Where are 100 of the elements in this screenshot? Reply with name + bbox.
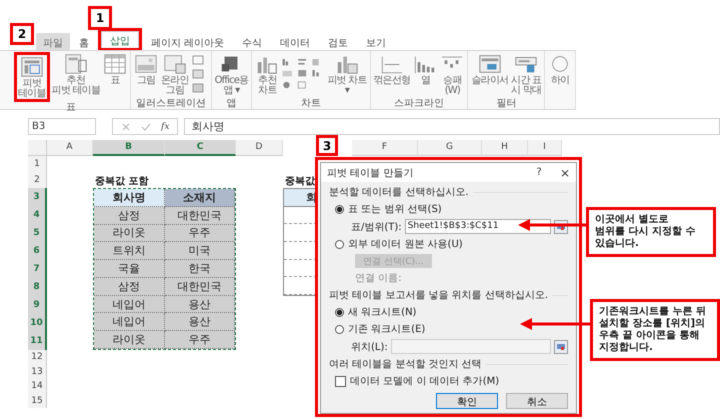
radio-button[interactable]: [335, 204, 344, 214]
row-header[interactable]: 8: [28, 278, 47, 296]
row-header[interactable]: 2: [28, 172, 47, 188]
table-cell: 라이옷: [94, 224, 164, 242]
row-header[interactable]: 5: [28, 224, 47, 242]
ribbon-button[interactable]: 피벗 차트 ▾: [326, 52, 368, 96]
column-header[interactable]: D: [236, 140, 283, 156]
close-button[interactable]: ×: [554, 164, 576, 180]
ribbon-button[interactable]: 추천 피벗 테이블: [50, 52, 101, 96]
range-field[interactable]: Sheet1!$B$3:$C$11: [404, 219, 551, 234]
option-label: 새 워크시트(N): [348, 306, 416, 319]
group-label: 일러스트레이션: [136, 98, 206, 109]
ribbon-button[interactable]: Office용 앱 ▾: [214, 52, 250, 96]
group-label: 차트: [300, 98, 321, 109]
group-label: 필터: [496, 98, 516, 109]
ribbon-tab[interactable]: 페이지 레이아웃: [142, 33, 234, 50]
step-number: 1: [88, 6, 112, 30]
ribbon-tab[interactable]: 검토: [319, 33, 358, 50]
row-header[interactable]: 14: [28, 379, 47, 394]
check-icon[interactable]: [141, 122, 151, 132]
column-heading: 회사명: [94, 189, 164, 207]
ribbon-tab[interactable]: 보기: [357, 33, 396, 50]
name-box[interactable]: B3: [28, 118, 96, 135]
location-field[interactable]: [390, 339, 551, 354]
row-header[interactable]: 7: [28, 260, 47, 278]
group-label: 앱: [226, 98, 236, 109]
row-header[interactable]: 6: [28, 242, 47, 260]
ribbon-button[interactable]: 승패 (W): [439, 52, 466, 96]
ribbon-tab[interactable]: 수식: [233, 33, 272, 50]
ribbon-button[interactable]: 꺾은선형: [372, 52, 412, 86]
range-picker-icon[interactable]: [554, 340, 568, 354]
row-header[interactable]: 3: [28, 188, 47, 206]
ribbon-button[interactable]: 슬라이서: [470, 52, 510, 86]
ribbon-tab[interactable]: 파일: [36, 33, 70, 50]
table-cell: 한국: [164, 260, 235, 278]
table-cell: 미국: [164, 242, 235, 260]
connection-label: 연결 이름:: [354, 272, 403, 285]
table-cell: 용산: [164, 313, 235, 332]
ribbon-button[interactable]: 시간 표 시 막대: [510, 52, 542, 96]
row-header[interactable]: 13: [28, 364, 47, 379]
function-button[interactable]: fx: [161, 122, 170, 132]
row-header[interactable]: 4: [28, 206, 47, 224]
table-cell: 우주: [164, 331, 235, 349]
ribbon-button[interactable]: 온라인 그림: [160, 52, 190, 96]
table-cell: 대한민국: [164, 278, 235, 296]
table-cell: 대한민국: [164, 206, 235, 225]
column-header[interactable]: G: [418, 140, 482, 156]
row-header[interactable]: 11: [28, 332, 47, 350]
table-cell: 라이옷: [94, 331, 164, 349]
row-header[interactable]: 10: [28, 314, 47, 332]
radio-button[interactable]: [335, 240, 344, 248]
column-header[interactable]: A: [47, 140, 93, 156]
table-cell: 국율: [94, 260, 164, 278]
section-heading: 피벗 테이블 보고서를 넣을 위치를 선택하십시오.: [329, 289, 548, 302]
row-header[interactable]: 1: [28, 156, 47, 172]
dialog-button[interactable]: 확인: [436, 393, 498, 409]
checkbox[interactable]: [335, 376, 346, 386]
ribbon-button[interactable]: 추천 차트: [254, 52, 280, 96]
table-cell: 삼정: [94, 206, 164, 225]
sheet-title: 중복값: [284, 175, 316, 188]
column-header[interactable]: I: [528, 140, 562, 156]
ribbon-button[interactable]: 표: [102, 52, 128, 86]
table-cell: 트위치: [94, 242, 164, 260]
column-heading: 소재지: [164, 189, 235, 207]
option-label: 외부 데이터 원본 사용(U): [348, 238, 463, 251]
column-header[interactable]: B: [93, 140, 165, 156]
row-header[interactable]: 9: [28, 296, 47, 314]
ribbon-button[interactable]: 하이: [547, 52, 574, 86]
radio-button[interactable]: [335, 324, 344, 334]
field-label: 표/범위(T):: [351, 220, 402, 234]
ribbon-tab[interactable]: 데이터: [271, 33, 320, 50]
option-label: 기존 워크시트(E): [348, 323, 426, 336]
field-label: 위치(L):: [351, 340, 388, 354]
dialog-title: 피벗 테이블 만들기: [327, 166, 414, 180]
step-number: 3: [316, 135, 338, 156]
ribbon-button[interactable]: 그림: [133, 52, 159, 86]
table-cell: 네입어: [94, 313, 164, 332]
option-label: 데이터 모델에 이 데이터 추가(M): [350, 375, 500, 388]
row-header[interactable]: 15: [28, 394, 47, 408]
section-heading: 여러 테이블을 분석할 것인지 선택: [329, 358, 482, 371]
ribbon-button[interactable]: 열: [412, 52, 438, 86]
table-cell: 우주: [164, 224, 235, 242]
table-cell: 삼정: [94, 278, 164, 296]
dialog-button[interactable]: 취소: [506, 393, 568, 409]
ribbon-tab[interactable]: 홈: [70, 33, 98, 50]
step-number: 2: [10, 23, 34, 45]
formula-field[interactable]: 회사명: [184, 118, 720, 135]
column-header[interactable]: C: [165, 140, 236, 156]
sheet-title: 중복값 포함: [94, 175, 150, 188]
help-button[interactable]: ?: [528, 166, 550, 179]
column-header[interactable]: F: [352, 140, 418, 156]
callout-note: 기존워크시트를 누른 뒤 설치할 장소를 [위치]의 우측 끝 아이콘을 통해 지정합니다.: [590, 299, 720, 361]
group-label: 표: [66, 102, 76, 113]
pivot-table-icon: [20, 55, 44, 79]
row-header[interactable]: 12: [28, 350, 47, 364]
column-header[interactable]: H: [482, 140, 528, 156]
group-label: 스파크라인: [394, 98, 444, 109]
ribbon-tab[interactable]: 삽입: [101, 31, 139, 48]
table-cell: 네입어: [94, 296, 164, 314]
radio-button[interactable]: [335, 308, 344, 316]
